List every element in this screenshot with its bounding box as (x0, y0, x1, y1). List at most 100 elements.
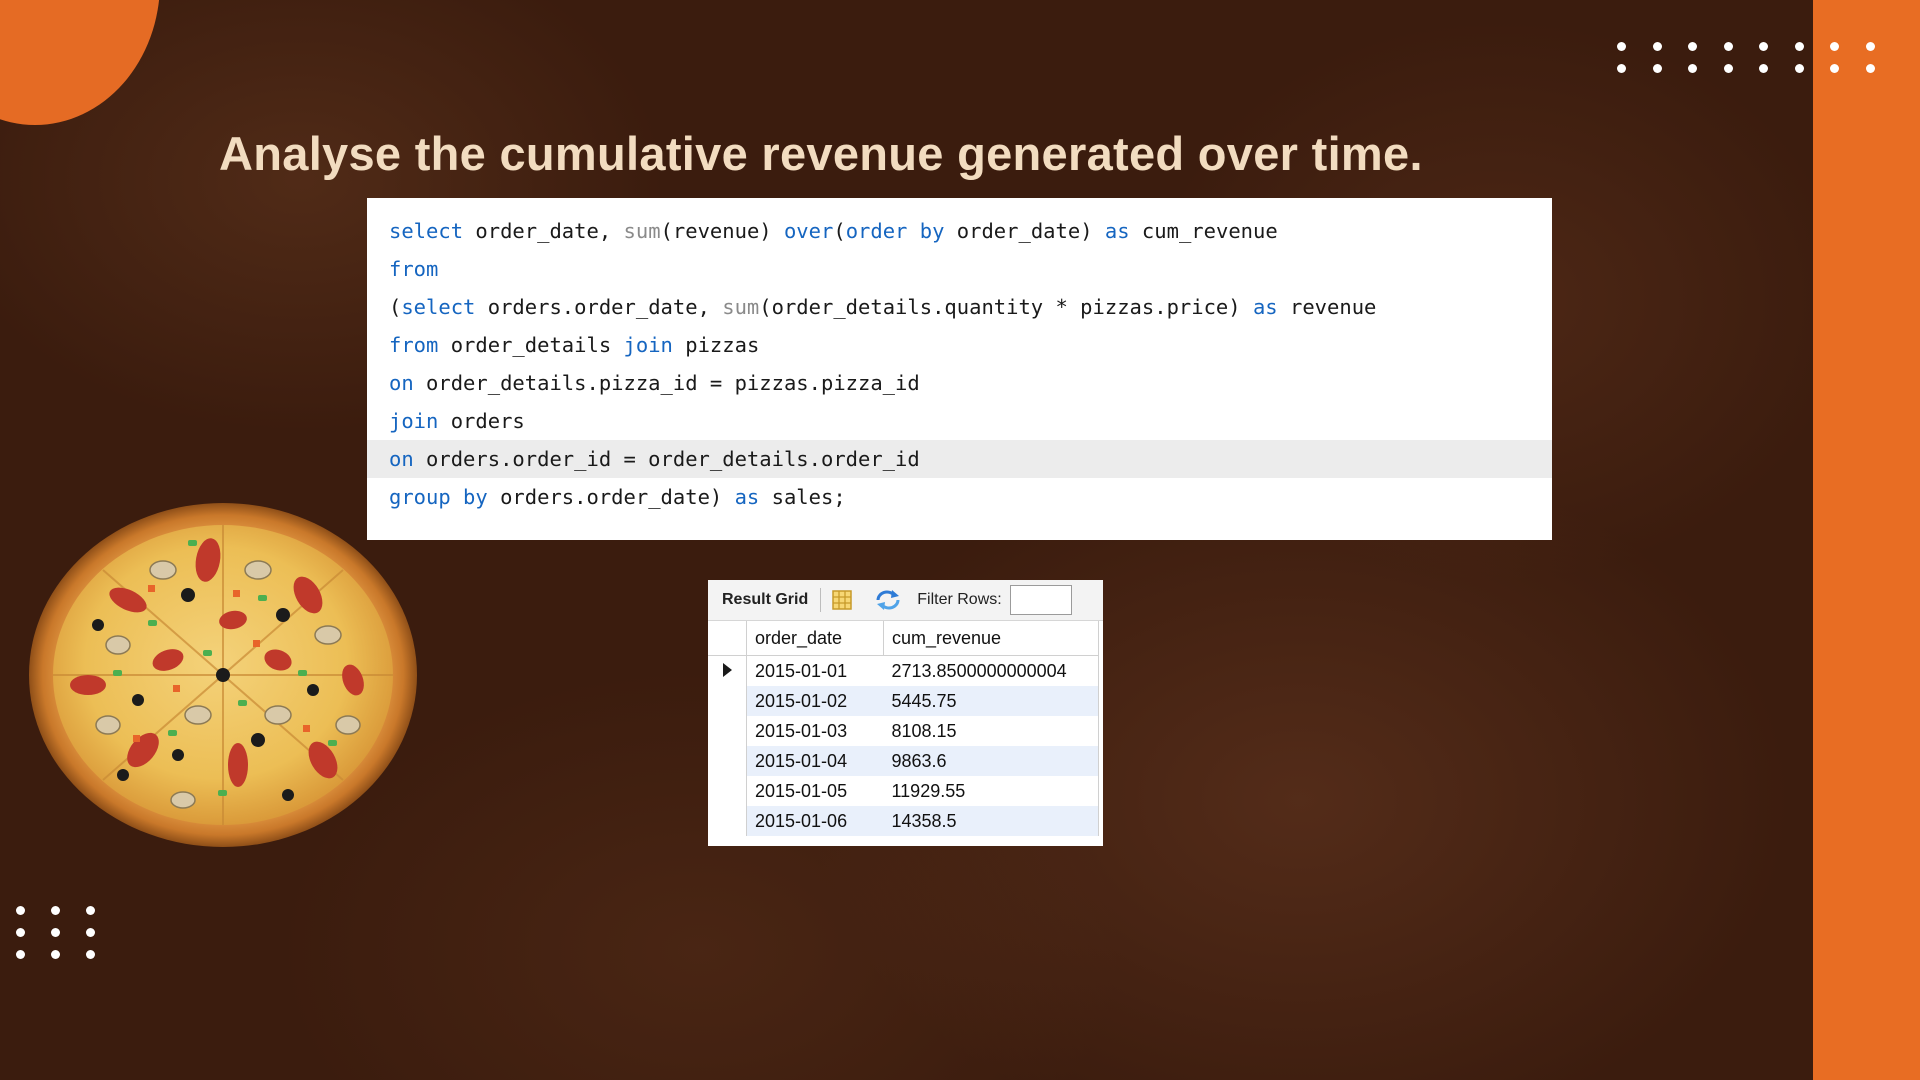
column-header-order-date[interactable]: order_date (746, 621, 884, 656)
result-grid-tab[interactable]: Result Grid (708, 591, 808, 609)
sql-keyword: select (389, 219, 464, 243)
table-row[interactable]: 2015-01-02 5445.75 (708, 686, 1099, 716)
sql-code-line[interactable]: on order_details.pizza_id = pizzas.pizza… (367, 364, 1552, 402)
decorative-dot (1830, 64, 1839, 73)
result-grid-panel: Result Grid Filter Rows: order_date cum_… (708, 580, 1103, 846)
decorative-dot (1652, 42, 1662, 51)
decorative-side-bar (1813, 0, 1920, 1080)
table-row[interactable]: 2015-01-05 11929.55 (708, 776, 1099, 806)
decorative-dot (1865, 64, 1875, 73)
decorative-dot (1794, 64, 1804, 73)
row-indicator (708, 746, 747, 776)
row-indicator-header (708, 621, 747, 656)
decorative-dot (1617, 42, 1626, 51)
sql-keyword: order by (845, 219, 945, 243)
decorative-dot (1759, 64, 1768, 73)
sql-text: orders.order_id = order_details.order_id (413, 447, 920, 471)
sql-code-line[interactable]: select order_date, sum(revenue) over(ord… (367, 212, 1552, 250)
sql-keyword: from (389, 333, 439, 357)
refresh-icon[interactable] (875, 589, 901, 611)
sql-keyword: from (389, 257, 439, 281)
decorative-dot (51, 928, 60, 937)
decorative-corner-blob (0, 0, 160, 125)
cell-order-date[interactable]: 2015-01-05 (747, 776, 884, 806)
sql-keyword: select (401, 295, 476, 319)
sql-function: sum (722, 295, 760, 319)
decorative-dot (1688, 64, 1697, 73)
sql-text: order_date, (463, 219, 624, 243)
sql-text: order_date) (944, 219, 1105, 243)
sql-text: revenue (1277, 295, 1377, 319)
filter-rows-label: Filter Rows: (917, 591, 1002, 608)
cell-cum-revenue[interactable]: 8108.15 (883, 716, 1099, 746)
sql-code-line[interactable]: from order_details join pizzas (367, 326, 1552, 364)
cell-order-date[interactable]: 2015-01-03 (747, 716, 884, 746)
decorative-dot (51, 906, 60, 915)
sql-code-line[interactable]: from (367, 250, 1552, 288)
sql-function: sum (623, 219, 661, 243)
result-grid-toolbar: Result Grid Filter Rows: (708, 580, 1103, 621)
sql-text: (revenue) (660, 219, 784, 243)
cell-order-date[interactable]: 2015-01-01 (747, 656, 884, 687)
row-indicator (708, 716, 747, 746)
decorative-dot (86, 950, 95, 959)
sql-code-line[interactable]: group by orders.order_date) as sales; (367, 478, 1552, 516)
cell-cum-revenue[interactable]: 2713.8500000000004 (883, 655, 1099, 686)
sql-code-line[interactable]: on orders.order_id = order_details.order… (367, 440, 1552, 478)
sql-code-line[interactable]: join orders (367, 402, 1552, 440)
toolbar-separator (820, 588, 822, 612)
column-header-cum-revenue[interactable]: cum_revenue (883, 621, 1099, 656)
decorative-dot (16, 928, 25, 937)
pizza-image (29, 503, 417, 847)
sql-keyword: on (389, 447, 414, 471)
table-row[interactable]: 2015-01-03 8108.15 (708, 716, 1099, 746)
sql-keyword: join (623, 333, 673, 357)
filter-rows-input[interactable] (1009, 585, 1072, 615)
decorative-dot (1865, 42, 1875, 51)
cell-cum-revenue[interactable]: 11929.55 (883, 776, 1099, 806)
decorative-dot (1617, 64, 1626, 73)
sql-text: sales; (759, 485, 846, 509)
decorative-dot (16, 950, 25, 959)
decorative-dot (1794, 42, 1804, 51)
cell-order-date[interactable]: 2015-01-04 (746, 746, 884, 776)
sql-text: ( (833, 219, 846, 243)
cell-order-date[interactable]: 2015-01-02 (746, 686, 884, 716)
sql-keyword: as (1104, 219, 1130, 243)
decorative-dot (1759, 42, 1768, 51)
cell-cum-revenue[interactable]: 5445.75 (883, 686, 1099, 716)
decorative-dot (1830, 42, 1839, 51)
sql-code-line[interactable]: (select orders.order_date, sum(order_det… (367, 288, 1552, 326)
cell-cum-revenue[interactable]: 9863.6 (883, 746, 1099, 776)
cell-cum-revenue[interactable]: 14358.5 (883, 806, 1099, 836)
sql-editor[interactable]: select order_date, sum(revenue) over(ord… (367, 198, 1552, 540)
table-row[interactable]: 2015-01-06 14358.5 (708, 806, 1099, 836)
result-rows: 2015-01-01 2713.8500000000004 2015-01-02 54… (708, 655, 1099, 836)
table-row[interactable]: 2015-01-01 2713.8500000000004 (708, 655, 1099, 687)
sql-text: orders (438, 409, 525, 433)
sql-text: order_details (438, 333, 624, 357)
decorative-dot (51, 950, 60, 959)
decorative-dot (1723, 64, 1733, 73)
table-row[interactable]: 2015-01-04 9863.6 (708, 746, 1099, 776)
row-indicator (708, 655, 747, 686)
sql-text: (order_details.quantity * pizzas.price) (759, 295, 1253, 319)
sql-text: orders.order_date) (487, 485, 735, 509)
sql-keyword: on (389, 371, 414, 395)
decorative-dot (86, 906, 95, 915)
current-row-arrow-icon (722, 662, 732, 677)
decorative-dot (86, 928, 95, 937)
sql-text: orders.order_date, (475, 295, 723, 319)
decorative-dot (1688, 42, 1697, 51)
sql-keyword: as (1252, 295, 1278, 319)
sql-keyword: join (389, 409, 439, 433)
row-indicator (708, 806, 747, 836)
result-grid-icon[interactable] (831, 589, 853, 611)
row-indicator (708, 776, 747, 806)
result-table: order_date cum_revenue 2015-01-01 2713.85… (708, 621, 1099, 836)
row-indicator (708, 686, 747, 716)
cell-order-date[interactable]: 2015-01-06 (746, 806, 884, 836)
decorative-dot (1723, 42, 1733, 51)
sql-keyword: as (734, 485, 760, 509)
decorative-dot-grid-bottom (16, 906, 95, 959)
